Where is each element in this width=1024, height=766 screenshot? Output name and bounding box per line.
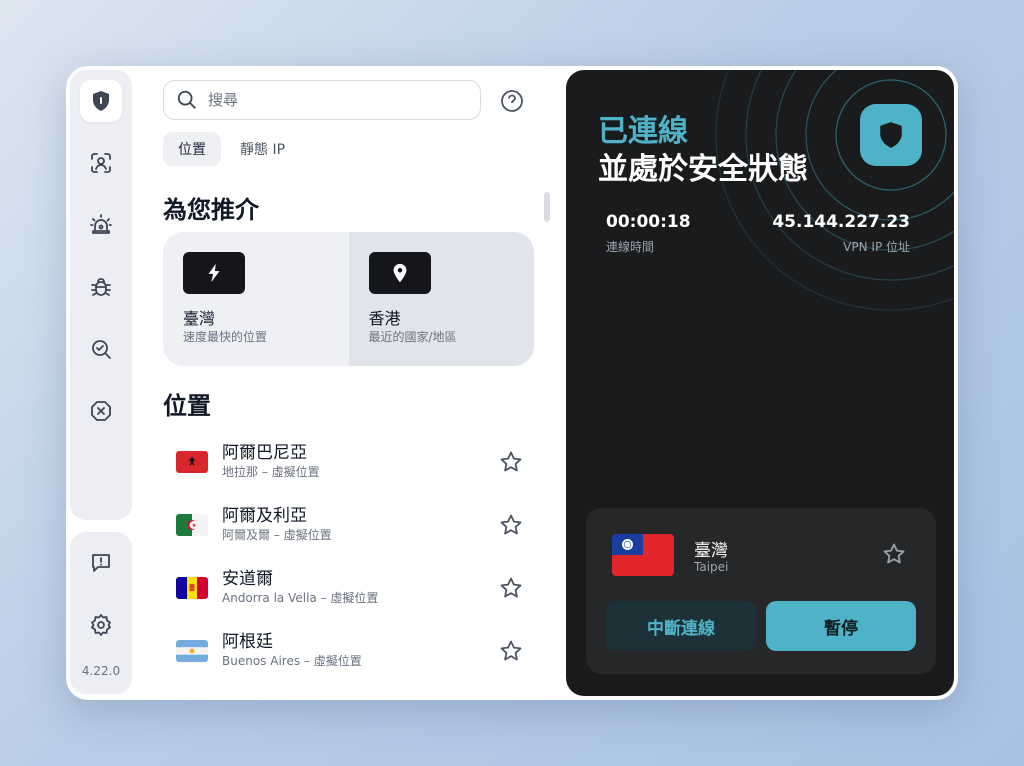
shield-icon [880,122,902,148]
settings-button[interactable] [80,604,122,646]
location-pin-icon [393,263,406,283]
star-icon [500,514,522,535]
gear-icon [91,614,111,636]
favorite-button[interactable] [499,639,523,663]
feedback-icon [92,554,110,572]
tab-static-ip[interactable]: 靜態 IP [225,132,300,166]
location-city: 地拉那 – 虛擬位置 [222,465,320,479]
tab-locations[interactable]: 位置 [163,132,221,166]
location-item-algeria[interactable]: 阿爾及利亞 阿爾及爾 – 虛擬位置 [163,499,535,553]
location-item-andorra[interactable]: 安道爾 Andorra la Vella – 虛擬位置 [163,562,535,616]
vpn-ip-address: 45.144.227.23 [772,212,910,232]
disconnect-button[interactable]: 中斷連線 [606,601,756,651]
location-name: 阿根廷 [222,632,273,652]
shield-icon [93,91,109,111]
recommended-title: 為您推介 [163,196,259,224]
block-icon [91,401,111,421]
location-item-argentina[interactable]: 阿根廷 Buenos Aires – 虛擬位置 [163,625,535,679]
help-icon [501,90,523,112]
location-city: Andorra la Vella – 虛擬位置 [222,591,379,605]
alarm-icon [90,214,112,234]
help-button[interactable] [500,89,524,113]
security-status: 並處於安全狀態 [598,152,808,187]
search-input[interactable] [208,91,458,109]
taiwan-flag [612,534,674,576]
recommended-nearest-desc: 最近的國家/地區 [368,330,457,344]
lightning-icon [208,263,220,283]
algeria-flag [176,514,208,536]
location-name: 阿爾巴尼亞 [222,443,307,463]
location-city: 阿爾及爾 – 虛擬位置 [222,528,332,542]
star-icon [500,577,522,598]
connection-duration: 00:00:18 [606,212,691,232]
feedback-button[interactable] [80,542,122,584]
favorite-button[interactable] [882,542,906,566]
connection-panel: 已連線 並處於安全狀態 00:00:18 連線時間 45.144.227.23 … [566,70,954,696]
andorra-flag [176,577,208,599]
nearest-badge [368,252,431,294]
search-magnify-icon [92,340,111,359]
bug-icon [91,278,111,296]
recommended-cards: 臺灣 速度最快的位置 香港 最近的國家/地區 [163,232,534,366]
recommended-fastest-desc: 速度最快的位置 [183,330,268,344]
argentina-flag [176,640,208,662]
sidebar-footer: 4.22.0 [70,532,132,694]
sidebar-item-identity[interactable] [80,142,122,184]
search-icon [177,90,196,109]
sidebar-nav [70,70,132,520]
pause-button[interactable]: 暫停 [766,601,916,651]
fastest-badge [183,252,245,294]
vpn-ip-label: VPN IP 位址 [843,240,910,254]
location-name: 安道爾 [222,569,273,589]
location-item-albania[interactable]: 阿爾巴尼亞 地拉那 – 虛擬位置 [163,436,535,490]
connected-city: Taipei [694,560,729,574]
connected-country: 臺灣 [694,541,728,561]
identity-scan-icon [91,153,111,173]
current-location-card: 臺灣 Taipei 中斷連線 暫停 [586,508,936,674]
sidebar-item-alerts[interactable] [80,204,122,246]
favorite-button[interactable] [499,576,523,600]
location-tabs: 位置 靜態 IP [163,132,300,166]
app-version: 4.22.0 [81,664,121,678]
connection-duration-label: 連線時間 [606,240,655,254]
recommended-nearest[interactable]: 香港 最近的國家/地區 [348,232,534,366]
sidebar-item-blocker[interactable] [80,390,122,432]
sidebar-item-dark-web-monitor[interactable] [80,328,122,370]
recommended-fastest-name: 臺灣 [183,309,216,328]
sidebar-item-threat-protection[interactable] [80,266,122,308]
protected-badge [860,104,922,166]
favorite-button[interactable] [499,450,523,474]
scrollbar-thumb[interactable] [544,192,550,222]
location-name: 阿爾及利亞 [222,506,307,526]
search-box[interactable] [163,80,481,120]
star-icon [500,451,522,472]
sidebar-item-vpn[interactable] [80,80,122,122]
albania-flag [176,451,208,473]
locations-title: 位置 [163,392,211,420]
location-city: Buenos Aires – 虛擬位置 [222,654,362,668]
recommended-nearest-name: 香港 [368,309,401,328]
star-icon [500,640,522,661]
app-window: 4.22.0 位置 靜態 IP 為您推介 臺灣 速度最快的位置 香港 [66,66,958,700]
recommended-fastest[interactable]: 臺灣 速度最快的位置 [163,232,349,366]
favorite-button[interactable] [499,513,523,537]
star-icon [883,543,905,564]
